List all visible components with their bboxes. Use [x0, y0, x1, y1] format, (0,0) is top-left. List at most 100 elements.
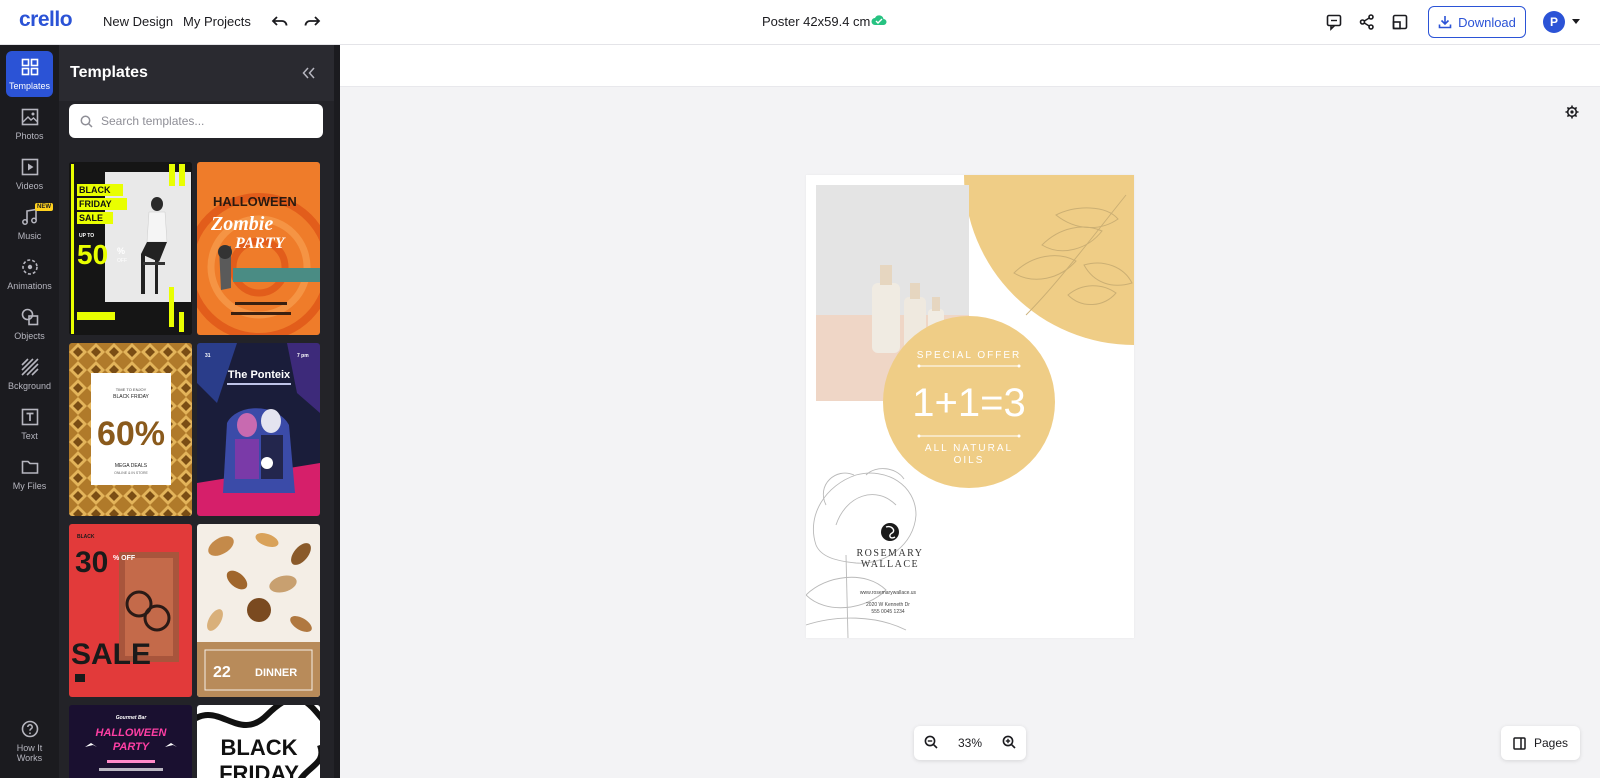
template-thumb-autumn-dinner[interactable]: 22 DINNER	[197, 524, 320, 697]
download-button[interactable]: Download	[1428, 6, 1526, 38]
rail-item-background[interactable]: Bckground	[6, 351, 53, 397]
rail-label: My Files	[12, 481, 47, 491]
resize-icon	[1392, 14, 1408, 30]
thumb-text: OFF	[117, 258, 127, 264]
rail-label: Bckground	[7, 381, 52, 391]
rail-item-videos[interactable]: Videos	[6, 151, 53, 197]
rail-label: Animations	[7, 281, 52, 291]
template-preview: BLACK FRIDAY	[197, 705, 320, 778]
template-thumb-halloween-zombie[interactable]: HALLOWEEN Zombie PARTY	[197, 162, 320, 335]
canvas-toolbar-strip	[340, 45, 1600, 87]
design-canvas-poster[interactable]: SPECIAL OFFER 1+1=3 ALL NATURAL OILS ROS…	[806, 175, 1134, 638]
document-title[interactable]: Poster 42x59.4 cm	[762, 14, 870, 29]
share-icon	[1359, 14, 1374, 30]
thumb-text: 50	[77, 239, 108, 270]
user-avatar[interactable]: P	[1543, 11, 1565, 33]
pages-panel-icon	[1513, 736, 1526, 750]
undo-icon	[271, 16, 288, 26]
template-thumb-halloween-party[interactable]: Gourmet Bar HALLOWEEN PARTY	[69, 705, 192, 778]
template-preview: TIME TO ENJOY BLACK FRIDAY 60% MEGA DEAL…	[69, 343, 192, 516]
thumb-text: Zombie	[210, 213, 273, 235]
crello-logo[interactable]: crello	[19, 8, 73, 32]
template-thumb-red-30-sale[interactable]: BLACK 30 % OFF SALE	[69, 524, 192, 697]
search-templates-box[interactable]	[69, 104, 323, 138]
svg-text:TIME TO ENJOY: TIME TO ENJOY	[116, 387, 147, 392]
zoom-out-button[interactable]	[924, 735, 938, 752]
comments-button[interactable]	[1322, 10, 1346, 34]
cloud-saved-icon	[871, 15, 887, 25]
template-thumb-black-friday-lines[interactable]: BLACK FRIDAY	[197, 705, 320, 778]
rail-label: Photos	[15, 131, 44, 141]
zoom-out-icon	[924, 735, 938, 749]
template-preview: HALLOWEEN Zombie PARTY	[197, 162, 320, 335]
account-menu-caret[interactable]	[1572, 19, 1580, 24]
my-projects-link[interactable]: My Projects	[183, 14, 251, 29]
undo-button[interactable]	[268, 10, 292, 34]
poster-offer-bottom-2: OILS	[954, 455, 985, 466]
download-icon	[1438, 16, 1452, 29]
thumb-text: HALLOWEEN	[96, 727, 168, 739]
rail-label: Music	[17, 231, 42, 241]
collapse-panel-button[interactable]	[302, 66, 316, 84]
rail-item-templates[interactable]: Templates	[6, 51, 53, 97]
rail-item-text[interactable]: Text	[6, 401, 53, 447]
poster-address-2: 555 0045 1234	[871, 609, 905, 615]
zoom-control: 33%	[914, 726, 1026, 760]
rail-item-photos[interactable]: Photos	[6, 101, 53, 147]
svg-text:ONLINE & IN STORE: ONLINE & IN STORE	[114, 471, 148, 475]
thumb-text: FRIDAY	[219, 761, 299, 778]
pages-button[interactable]: Pages	[1501, 726, 1580, 760]
thumb-text: 22	[213, 664, 231, 681]
thumb-text: MEGA DEALS	[115, 463, 148, 469]
poster-brand-2: WALLACE	[861, 559, 919, 570]
thumb-text: BLACK	[77, 534, 95, 540]
rail-label: Templates	[8, 81, 51, 91]
thumb-text: PARTY	[113, 741, 151, 753]
thumb-text: PARTY	[234, 235, 286, 252]
thumb-text: Gourmet Bar	[116, 715, 148, 721]
resize-button[interactable]	[1388, 10, 1412, 34]
template-thumb-black-friday-sale[interactable]: BLACK FRIDAY SALE UP TO 50 % OFF	[69, 162, 192, 335]
panel-scrollbar[interactable]	[334, 45, 340, 778]
redo-button[interactable]	[300, 10, 324, 34]
poster-website: www.rosemarywallace.us	[860, 590, 917, 596]
canvas-settings-button[interactable]	[1565, 105, 1579, 124]
template-preview: BLACK 30 % OFF SALE	[69, 524, 192, 697]
new-design-link[interactable]: New Design	[103, 14, 173, 29]
folder-icon	[21, 460, 38, 474]
help-icon	[21, 720, 38, 738]
panel-title: Templates	[70, 64, 148, 81]
zoom-in-icon	[1002, 735, 1016, 749]
thumb-text: 7 pm	[297, 353, 309, 359]
share-button[interactable]	[1355, 10, 1379, 34]
photo-icon	[21, 108, 38, 126]
zoom-in-button[interactable]	[1002, 735, 1016, 752]
poster-brand-1: ROSEMARY	[856, 548, 923, 559]
template-thumb-gold-60-percent[interactable]: TIME TO ENJOY BLACK FRIDAY 60% MEGA DEAL…	[69, 343, 192, 516]
poster-artwork: SPECIAL OFFER 1+1=3 ALL NATURAL OILS ROS…	[806, 175, 1134, 638]
thumb-text: 30	[75, 546, 108, 579]
rail-item-objects[interactable]: Objects	[6, 301, 53, 347]
video-icon	[21, 158, 38, 176]
rail-item-music[interactable]: Music NEW	[6, 201, 53, 247]
template-preview: 31 7 pm The Ponteix	[197, 343, 320, 516]
rail-item-my-files[interactable]: My Files	[6, 451, 53, 497]
objects-icon	[21, 308, 38, 326]
comment-icon	[1326, 14, 1342, 31]
template-preview: BLACK FRIDAY SALE UP TO 50 % OFF	[69, 162, 192, 335]
animation-icon	[21, 259, 38, 275]
template-thumb-the-ponteix[interactable]: 31 7 pm The Ponteix	[197, 343, 320, 516]
search-templates-input[interactable]	[101, 114, 311, 128]
gear-icon	[1565, 105, 1579, 119]
rail-item-how-it-works[interactable]: How It Works	[6, 715, 53, 767]
thumb-text: 60%	[97, 415, 165, 453]
zoom-level[interactable]: 33%	[958, 736, 982, 750]
poster-offer-main: 1+1=3	[912, 381, 1025, 425]
poster-offer-top: SPECIAL OFFER	[917, 350, 1022, 361]
thumb-text: FRIDAY	[79, 199, 112, 209]
pages-label: Pages	[1533, 736, 1569, 750]
redo-icon	[304, 16, 321, 26]
rail-item-animations[interactable]: Animations	[6, 251, 53, 297]
template-preview: Gourmet Bar HALLOWEEN PARTY	[69, 705, 192, 778]
search-icon	[80, 115, 93, 128]
